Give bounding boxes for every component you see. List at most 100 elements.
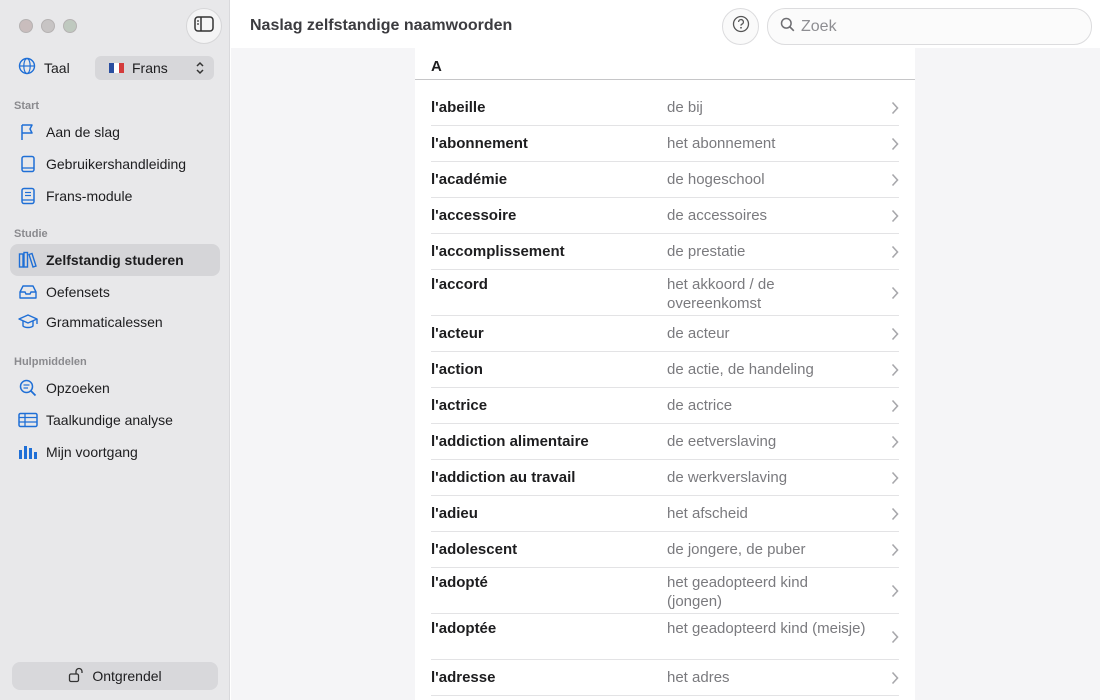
book-icon (18, 154, 38, 174)
list-item[interactable]: l'actrice de actrice (431, 388, 899, 424)
globe-icon (18, 57, 36, 80)
list-item[interactable]: l'abeille de bij (431, 90, 899, 126)
dutch-translation: het akkoord / de overeenkomst (667, 276, 775, 312)
content-background-left (231, 48, 415, 700)
dutch-translation: de accessoires (667, 207, 768, 224)
zoom-window-button[interactable] (63, 19, 77, 33)
section-label-studie: Studie (14, 228, 48, 240)
chevron-right-icon (891, 286, 899, 305)
sidebar-item-label: Gebruikershandleiding (46, 156, 187, 172)
help-button[interactable] (722, 8, 759, 45)
list-item[interactable]: l'accessoire de accessoires (431, 198, 899, 234)
french-noun: l'acteur (431, 325, 484, 342)
minimize-window-button[interactable] (41, 19, 55, 33)
list-item[interactable]: l'adoptée het geadopteerd kind (meisje) (431, 614, 899, 660)
french-noun: l'accord (431, 276, 488, 293)
sidebar-item-aan-de-slag[interactable]: Aan de slag (10, 116, 220, 148)
magnifier-text-icon (18, 378, 38, 398)
list-item[interactable]: l'acteur de acteur (431, 316, 899, 352)
dutch-translation: het abonnement (667, 135, 776, 152)
list-item[interactable]: l'adieu het afscheid (431, 496, 899, 532)
sidebar-item-frans-module[interactable]: Frans-module (10, 180, 220, 212)
dutch-translation: het geadopteerd kind (jongen) (667, 574, 808, 610)
noun-list-panel: A l'abeille de bij l'abonnement het abon… (415, 48, 915, 700)
chevron-right-icon (891, 507, 899, 526)
sidebar-item-label: Taalkundige analyse (46, 412, 173, 428)
table-icon (18, 410, 38, 430)
chevron-right-icon (891, 399, 899, 418)
sidebar-item-opzoeken[interactable]: Opzoeken (10, 372, 220, 404)
section-letter-header: A (415, 48, 915, 80)
chevron-right-icon (891, 630, 899, 649)
sidebar-item-taalkundige-analyse[interactable]: Taalkundige analyse (10, 404, 220, 436)
french-flag-icon (109, 63, 124, 73)
dutch-translation: het adres (667, 669, 730, 686)
language-value: Frans (132, 60, 168, 76)
list-item[interactable]: l'adolescent de jongere, de puber (431, 532, 899, 568)
section-label-hulpmiddelen: Hulpmiddelen (14, 356, 87, 368)
list-item[interactable]: l'action de actie, de handeling (431, 352, 899, 388)
list-item[interactable]: l'académie de hogeschool (431, 162, 899, 198)
section-label-start: Start (14, 100, 40, 112)
french-noun: l'adoptée (431, 620, 497, 637)
sidebar-item-gebruikershandleiding[interactable]: Gebruikershandleiding (10, 148, 220, 180)
list-item[interactable]: l'accord het akkoord / de overeenkomst (431, 270, 899, 316)
sidebar-toggle-button[interactable] (186, 8, 222, 44)
sidebar-item-label: Grammaticalessen (46, 314, 163, 330)
dutch-translation: het geadopteerd kind (meisje) (667, 620, 866, 637)
sidebar-item-label: Mijn voortgang (46, 444, 138, 460)
dutch-translation: de eetverslaving (667, 433, 777, 450)
language-row: Taal Frans (18, 56, 214, 80)
sidebar-icon (194, 15, 214, 37)
unlock-icon (68, 667, 92, 686)
french-noun: l'action (431, 361, 483, 378)
sidebar-item-zelfstandig-studeren[interactable]: Zelfstandig studeren (10, 244, 220, 276)
chevron-right-icon (891, 543, 899, 562)
unlock-label: Ontgrendel (92, 668, 162, 684)
list-item[interactable]: l'addiction alimentaire de eetverslaving (431, 424, 899, 460)
french-noun: l'adieu (431, 505, 478, 522)
close-window-button[interactable] (19, 19, 33, 33)
french-noun: l'adresse (431, 669, 496, 686)
french-noun: l'accessoire (431, 207, 517, 224)
graduation-cap-icon (18, 312, 38, 332)
list-item[interactable]: l'adresse het adres (431, 660, 899, 696)
unlock-button[interactable]: Ontgrendel (12, 662, 218, 690)
sidebar-item-label: Opzoeken (46, 380, 110, 396)
window-controls (19, 19, 77, 33)
bar-chart-icon (18, 442, 38, 462)
french-noun: l'addiction au travail (431, 469, 576, 486)
dutch-translation: de bij (667, 99, 703, 116)
list-item[interactable]: l'accomplissement de prestatie (431, 234, 899, 270)
dutch-translation: de werkverslaving (667, 469, 788, 486)
question-mark-icon (732, 15, 750, 38)
chevron-right-icon (891, 363, 899, 382)
search-input[interactable] (801, 17, 1061, 36)
sidebar-item-mijn-voortgang[interactable]: Mijn voortgang (10, 436, 220, 468)
french-noun: l'abeille (431, 99, 486, 116)
chevron-right-icon (891, 173, 899, 192)
list-item[interactable]: l'abonnement het abonnement (431, 126, 899, 162)
chevron-right-icon (891, 101, 899, 120)
sidebar: Taal Frans Start Aan de slag Gebruikersh… (0, 0, 230, 700)
list-item[interactable]: l'addiction au travail de werkverslaving (431, 460, 899, 496)
tray-icon (18, 282, 38, 302)
french-noun: l'adolescent (431, 541, 518, 558)
search-field[interactable] (767, 8, 1092, 45)
search-icon (780, 17, 795, 37)
sidebar-item-label: Aan de slag (46, 124, 120, 140)
sidebar-item-oefensets[interactable]: Oefensets (10, 276, 220, 308)
dutch-translation: het afscheid (667, 505, 748, 522)
language-label: Taal (44, 60, 70, 76)
chevron-right-icon (891, 435, 899, 454)
sidebar-item-grammaticalessen[interactable]: Grammaticalessen (10, 306, 220, 338)
dutch-translation: de actrice (667, 397, 733, 414)
french-noun: l'accomplissement (431, 243, 565, 260)
chevron-right-icon (891, 245, 899, 264)
dutch-translation: de hogeschool (667, 171, 765, 188)
chevron-right-icon (891, 137, 899, 156)
language-select[interactable]: Frans (95, 56, 214, 80)
content-background-right (915, 48, 1100, 700)
list-item[interactable]: l'adopté het geadopteerd kind (jongen) (431, 568, 899, 614)
sidebar-item-label: Frans-module (46, 188, 133, 204)
